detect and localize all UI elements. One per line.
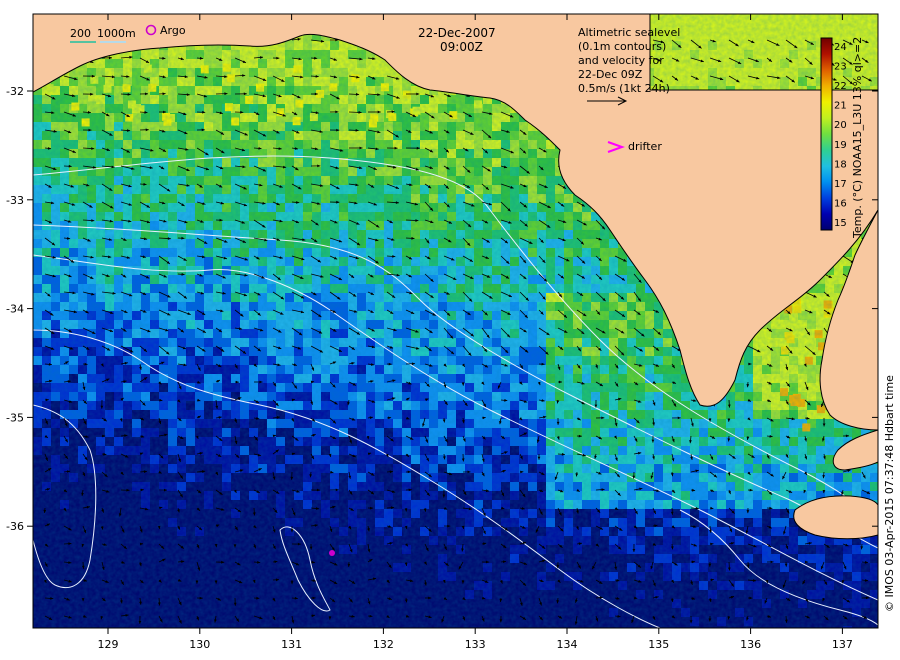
- sst-map: 129 130 131 132 133 134 135 136 137 -32-33-34-35…: [6, 13, 896, 651]
